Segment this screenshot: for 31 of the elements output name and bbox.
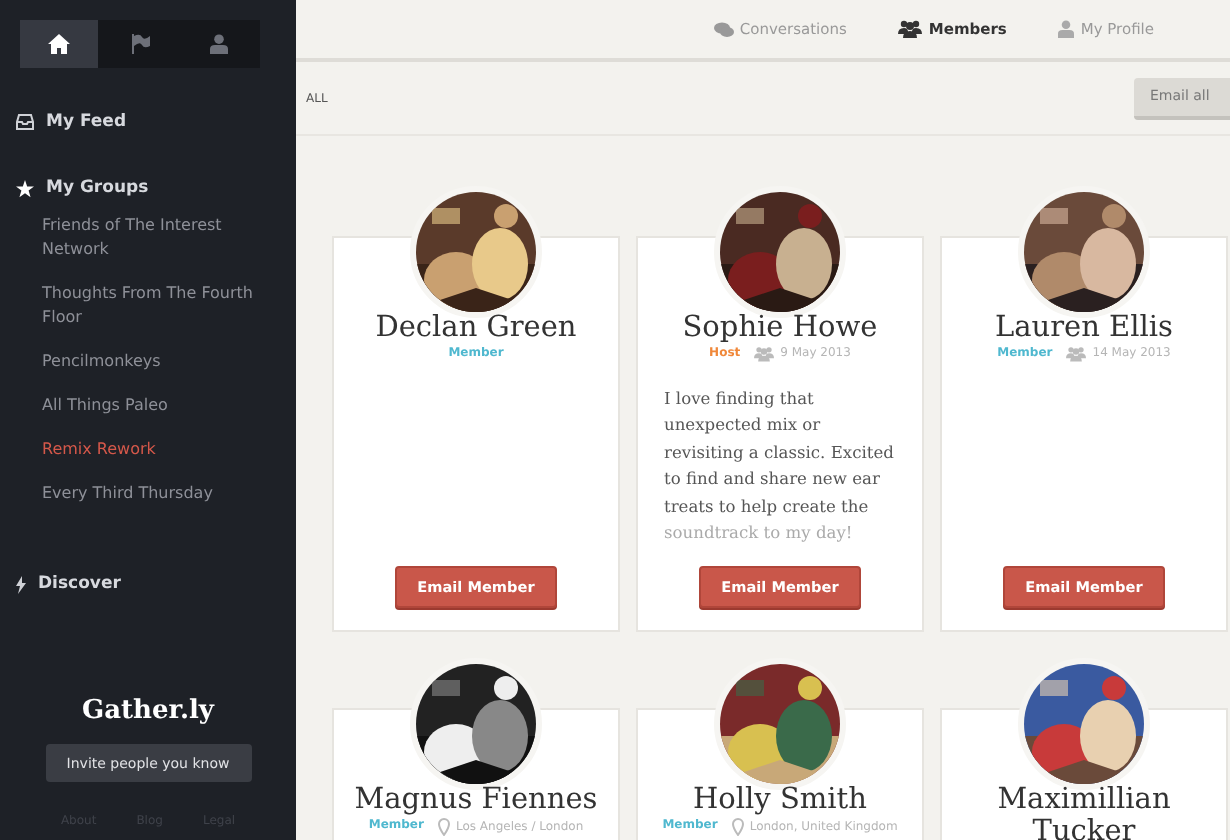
lightning-icon	[16, 575, 26, 593]
nav-item[interactable]: Discover	[38, 574, 121, 594]
member-name: Holly Smith	[691, 784, 869, 816]
inbox-icon	[16, 114, 34, 130]
group-item[interactable]: Every Third Thursday	[42, 482, 276, 506]
nav-item[interactable]: My Groups	[46, 178, 149, 198]
home-icon	[48, 34, 70, 54]
group-item[interactable]: Friends of The Interest Network	[42, 214, 276, 262]
group-icon	[898, 20, 923, 38]
star-icon	[16, 179, 34, 197]
member-name: Magnus Fiennes	[352, 784, 600, 816]
user-icon	[1058, 20, 1075, 38]
location-pin-icon	[437, 818, 450, 836]
group-icon	[1066, 346, 1087, 362]
group-icon	[754, 346, 775, 362]
group-item[interactable]: Thoughts From The Fourth Floor	[42, 282, 276, 330]
member-name: Sophie Howe	[680, 312, 880, 344]
chat-icon	[713, 21, 734, 37]
nav-item[interactable]: My Feed	[46, 112, 127, 132]
user-icon	[210, 34, 228, 54]
group-item[interactable]: Remix Rework	[42, 438, 276, 462]
sidebar-tab[interactable]	[20, 20, 98, 68]
group-item[interactable]: All Things Paleo	[42, 394, 276, 418]
group-item[interactable]: Pencilmonkeys	[42, 350, 276, 374]
location-pin-icon	[731, 818, 744, 836]
member-name: Maximillian Tucker	[995, 784, 1173, 840]
flag-icon	[129, 34, 149, 54]
logo: Gather.ly	[80, 696, 217, 726]
member-name: Lauren Ellis	[992, 312, 1175, 344]
member-name: Declan Green	[373, 312, 579, 344]
member-bio: I love finding that unexpected mix or revisiting a classic. Excited to find and share new ear treats to help create the soundtrack to my day!	[662, 386, 896, 547]
